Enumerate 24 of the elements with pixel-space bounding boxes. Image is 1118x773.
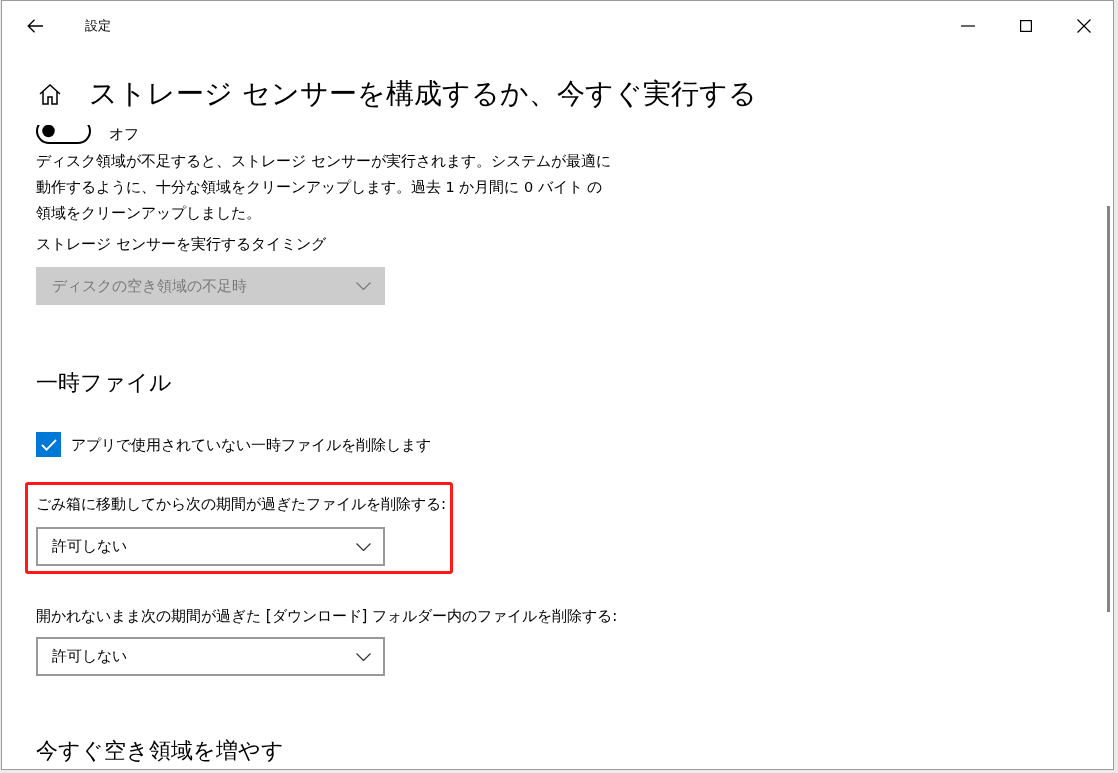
chevron-down-icon	[356, 282, 371, 290]
setting-label: ごみ箱に移動してから次の期間が過ぎたファイルを削除する:	[36, 494, 447, 514]
description-text: ディスク領域が不足すると、ストレージ センサーが実行されます。システムが最適に動作するように、十分な領域をクリーンアップします。過去 1 か月間に 0 バイト の領域をクリーンアップしました。	[36, 152, 612, 223]
section-heading: 今すぐ空き領域を増やす	[36, 737, 284, 765]
toggle-switch[interactable]	[36, 124, 91, 144]
checkmark-icon	[40, 438, 57, 451]
chevron-down-icon	[356, 542, 371, 551]
minimize-icon	[961, 24, 975, 27]
page-heading: ストレージ センサーを構成するか、今すぐ実行する	[89, 76, 757, 112]
toggle-state-label: オフ	[109, 124, 139, 144]
close-icon	[1077, 18, 1091, 33]
scrollbar-thumb[interactable]	[1107, 206, 1110, 612]
dropdown[interactable]: 許可しない	[36, 637, 385, 676]
dropdown[interactable]: 許可しない	[36, 527, 385, 566]
checkbox-label: アプリで使用されていない一時ファイルを削除します	[71, 434, 431, 455]
timing-label: ストレージ センサーを実行するタイミング	[36, 234, 326, 254]
chevron-down-icon	[356, 652, 371, 661]
setting-label: 開かれないまま次の期間が過ぎた [ダウンロード] フォルダー内のファイルを削除する:	[36, 606, 618, 626]
home-icon[interactable]	[39, 83, 61, 105]
window-title: 設定	[85, 16, 111, 35]
checkbox[interactable]	[36, 432, 61, 457]
section-heading: 一時ファイル	[36, 369, 172, 397]
back-arrow-icon	[27, 18, 43, 33]
maximize-icon	[1020, 19, 1032, 32]
